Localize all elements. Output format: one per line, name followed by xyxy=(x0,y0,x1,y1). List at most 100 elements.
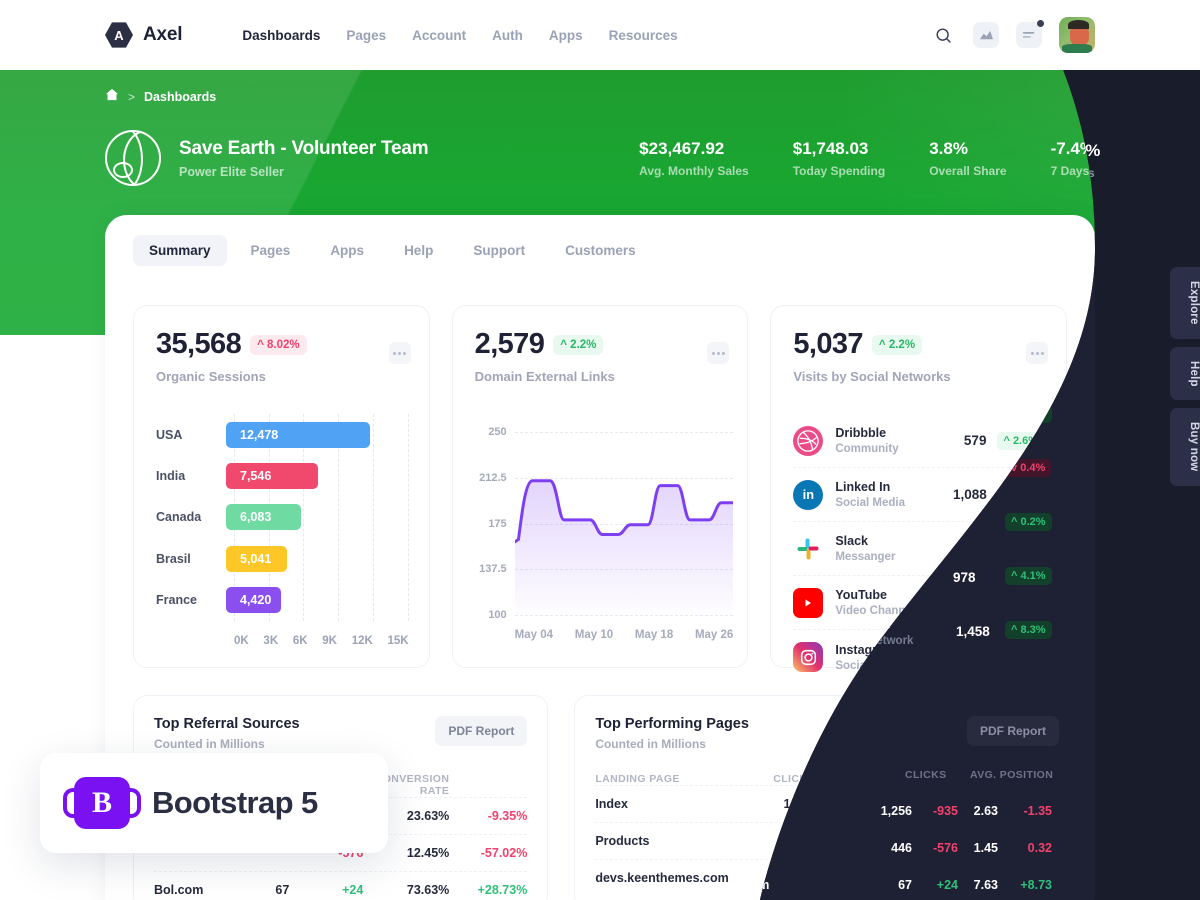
more-options-icon[interactable] xyxy=(707,342,730,364)
social-visits-label: Visits by Social Networks xyxy=(793,369,951,384)
slack-icon xyxy=(793,534,823,564)
social-delta-dark: ^ 0.2% xyxy=(1005,513,1052,531)
table-subtitle: Counted in Millions xyxy=(154,737,265,751)
y-tick: 212.5 xyxy=(479,471,507,484)
tab-help[interactable]: Help xyxy=(388,235,449,266)
tab-apps[interactable]: Apps xyxy=(314,235,380,266)
bar-label: France xyxy=(156,593,197,608)
table-header: Top Referral Sources Counted in Millions… xyxy=(154,716,528,751)
list-item[interactable]: Dribbble Community 579 ^ 2.6% xyxy=(793,414,1045,468)
bar-row-usa: USA 12,478 xyxy=(156,421,415,448)
notifications-icon[interactable] xyxy=(1016,20,1044,48)
card-organic-sessions: 35,568 ^ 8.02% Organic Sessions USA 12,47… xyxy=(133,305,430,668)
breadcrumb: > Dashboards xyxy=(105,88,216,106)
bar-row-canada: Canada 6,083 xyxy=(156,504,415,531)
x-tick: 12K xyxy=(351,635,373,647)
tab-customers[interactable]: Customers xyxy=(549,235,652,266)
brand-logo[interactable]: A Axel xyxy=(105,21,183,49)
hero-stat-overall-share: 3.8% Overall Share xyxy=(929,139,1006,178)
card-domain-external-links: 2,579 ^ 2.2% Domain External Links 100 13… xyxy=(451,305,749,668)
y-tick: 250 xyxy=(488,426,507,438)
breadcrumb-current[interactable]: Dashboards xyxy=(144,90,216,104)
card-header: 5,037 ^ 2.2% xyxy=(793,328,1044,361)
hero-stat-label: Overall Share xyxy=(929,163,1007,178)
hero-stat-value: $1,748.03 xyxy=(792,138,869,158)
hero-content: Save Earth - Volunteer Team Power Elite … xyxy=(105,130,1095,186)
top-navigation-bar: A Axel Dashboards Pages Account Auth App… xyxy=(0,0,1200,70)
home-icon[interactable] xyxy=(105,88,119,106)
hero-stat-label: Avg. Monthly Sales xyxy=(639,163,749,178)
row-conversion: 73.63% xyxy=(406,883,450,897)
more-options-icon[interactable] xyxy=(1026,342,1049,364)
social-name: Dribbble xyxy=(835,426,887,440)
social-visits-delta: ^ 2.2% xyxy=(871,335,923,355)
row-sessions-delta: +24 xyxy=(342,883,364,897)
row-clicks-delta-dark: +24 xyxy=(936,878,958,892)
row-name: Products xyxy=(595,834,650,848)
brand-mark-icon: A xyxy=(105,22,133,48)
bar-value: 5,041 xyxy=(226,545,287,572)
organic-sessions-bar-chart: USA 12,478 India 7,546 Canada 6,083 Bras… xyxy=(156,414,415,651)
bar-label: India xyxy=(156,469,186,484)
x-tick: May 10 xyxy=(574,629,614,641)
row-clicks-delta-dark: -576 xyxy=(932,841,958,855)
x-tick: May 18 xyxy=(634,629,674,641)
row-conversion-delta: -57.02% xyxy=(480,846,528,860)
social-value-dark: 1,458 xyxy=(956,624,990,639)
domain-links-value: 2,579 xyxy=(474,328,545,360)
hero-stat-today-spending: $1,748.03 Today Spending xyxy=(793,139,885,178)
hero-stat-label: Today Spending xyxy=(792,163,886,178)
avatar[interactable] xyxy=(1059,17,1095,53)
dashboard-screen: A Axel Dashboards Pages Account Auth App… xyxy=(0,0,1200,900)
nav-tools xyxy=(930,17,1095,53)
tab-support[interactable]: Support xyxy=(457,235,541,266)
bootstrap-badge: B Bootstrap 5 xyxy=(40,753,388,853)
side-tab-buy-now[interactable]: Buy now xyxy=(1170,408,1200,486)
social-value: 579 xyxy=(963,433,987,448)
side-tab-explore[interactable]: Explore xyxy=(1170,267,1200,339)
nav-link-auth[interactable]: Auth xyxy=(492,28,523,43)
row-position-dark: 2.63 xyxy=(973,804,998,818)
x-tick: May 04 xyxy=(514,629,554,641)
search-icon[interactable] xyxy=(930,22,956,48)
row-clicks-dark: 446 xyxy=(891,841,912,855)
tab-summary[interactable]: Summary xyxy=(133,235,227,266)
linkedin-icon: in xyxy=(793,479,824,510)
bar-row-india: India 7,546 xyxy=(156,463,415,490)
hero-stats: $23,467.92 Avg. Monthly Sales $1,748.03 … xyxy=(639,139,1095,178)
hero-titles: Save Earth - Volunteer Team Power Elite … xyxy=(179,138,429,179)
social-name: Slack xyxy=(835,534,869,548)
bar-label: Brasil xyxy=(156,551,191,566)
line-chart-y-axis: 100 137.5 175 212.5 250 xyxy=(471,426,507,621)
nav-link-apps[interactable]: Apps xyxy=(549,28,583,43)
nav-link-dashboards[interactable]: Dashboards xyxy=(242,28,320,43)
row-position-dark: 1.45 xyxy=(973,841,998,855)
table-title: Top Performing Pages xyxy=(595,716,749,732)
row-position-delta-dark: 0.32 xyxy=(1027,841,1052,855)
nav-link-account[interactable]: Account xyxy=(412,28,466,43)
tab-pages[interactable]: Pages xyxy=(235,235,307,266)
social-desc: Social Media xyxy=(835,497,906,509)
page-subtitle: Power Elite Seller xyxy=(179,164,284,179)
domain-links-area-chart: 100 137.5 175 212.5 250 May 04 May 10 Ma… xyxy=(471,414,734,651)
table-row[interactable]: Bol.com 67 +24 73.63% +28.73% xyxy=(154,871,528,900)
pdf-report-button-dark[interactable]: PDF Report xyxy=(967,716,1059,746)
dribbble-icon xyxy=(793,425,824,456)
more-options-icon[interactable] xyxy=(388,342,411,364)
row-position-dark: 7.63 xyxy=(973,878,998,892)
social-value: 1,088 xyxy=(952,487,987,502)
social-desc: Community xyxy=(835,443,899,455)
nav-link-pages[interactable]: Pages xyxy=(346,28,386,43)
instagram-icon xyxy=(793,642,824,672)
nav-link-resources[interactable]: Resources xyxy=(609,28,678,43)
notification-badge xyxy=(1037,20,1044,27)
row-name: devs.keenthemes.com xyxy=(595,871,729,885)
line-chart-x-axis: May 04 May 10 May 18 May 26 xyxy=(515,629,734,641)
pdf-report-button[interactable]: PDF Report xyxy=(435,716,528,746)
x-tick: 3K xyxy=(263,635,279,647)
side-tab-help[interactable]: Help xyxy=(1170,346,1200,401)
row-position-delta-dark: +8.73 xyxy=(1020,878,1052,892)
hero-stat-label: 7 Days xyxy=(1050,163,1090,178)
list-item-texts: Linked In Social Media xyxy=(835,480,953,509)
activity-icon[interactable] xyxy=(973,22,999,48)
